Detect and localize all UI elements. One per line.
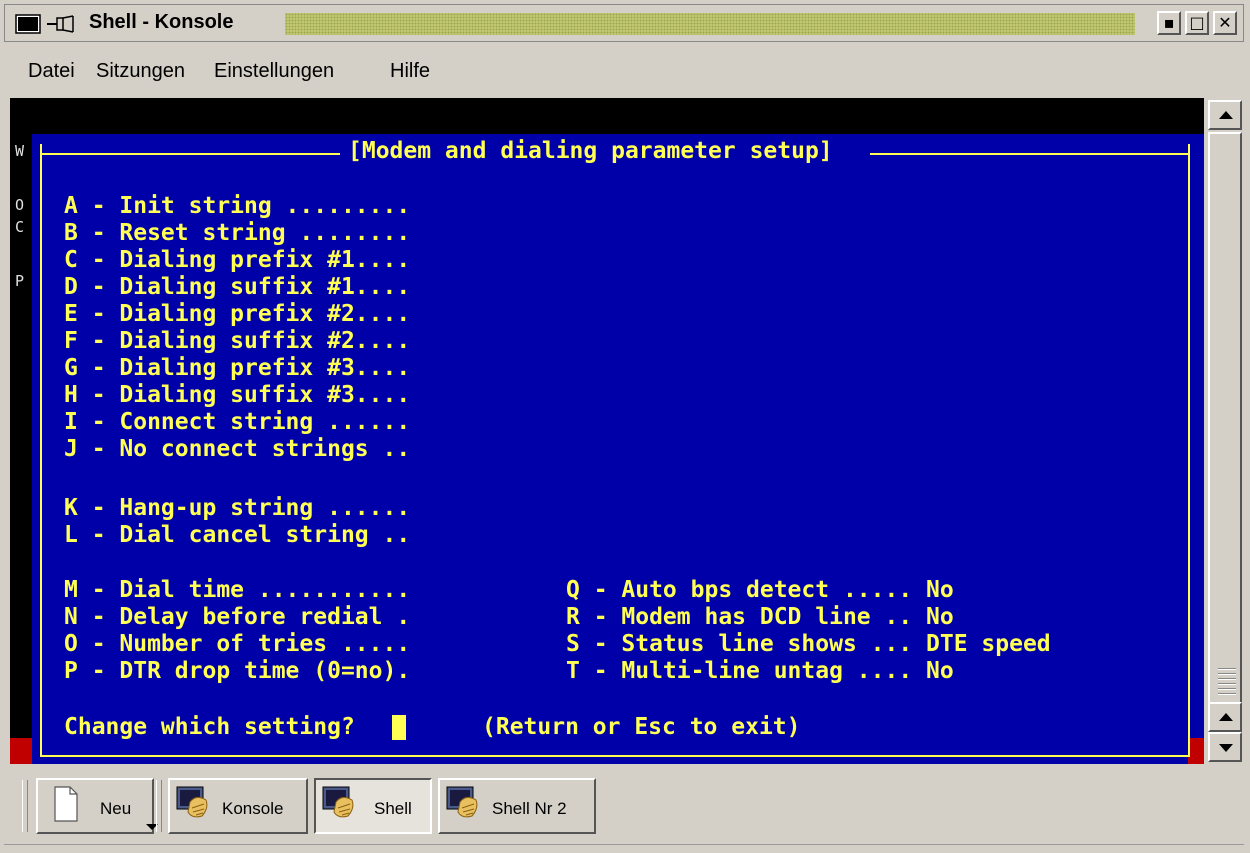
close-icon: ✕ [1218,13,1232,32]
vertical-scrollbar[interactable] [1206,98,1244,764]
session-tabbar: Neu Konsole Shell Shell Nr 2 [4,766,1244,850]
arrow-down-icon [1219,744,1233,752]
tab-shell-nr-2[interactable]: Shell Nr 2 [438,778,596,834]
tab-konsole[interactable]: Konsole [168,778,308,834]
scrollbar-thumb[interactable] [1208,132,1242,708]
scroll-down-button[interactable] [1208,732,1242,762]
new-session-button[interactable]: Neu [36,778,158,834]
option-line: C - Dialing prefix #1.... [64,247,411,273]
terminal-view[interactable]: W O C P [Modem and dialing parameter set… [10,98,1204,764]
dialog-border-top-right [870,153,1190,155]
title-bar[interactable]: Shell - Konsole ▪ □ ✕ [4,4,1244,42]
option-line: J - No connect strings .. [64,436,411,462]
tab-label: Shell Nr 2 [492,799,567,818]
close-button[interactable]: ✕ [1213,11,1237,35]
option-line: M - Dial time ........... [64,577,411,603]
side-char: W [15,142,25,160]
menu-bar: Datei Sitzungen Einstellungen Hilfe [4,46,1244,98]
exit-hint: (Return or Esc to exit) [482,714,801,740]
menu-datei[interactable]: Datei [28,60,75,83]
toolbar-handle[interactable] [22,780,28,832]
scroll-up-button-lower[interactable] [1208,702,1242,732]
option-line: O - Number of tries ..... [64,631,411,657]
tab-shell[interactable]: Shell [314,778,432,834]
menu-sitzungen[interactable]: Sitzungen [96,60,185,83]
option-line: G - Dialing prefix #3.... [64,355,411,381]
tab-label: Konsole [222,799,284,818]
side-char: C [15,218,25,236]
konsole-icon [322,786,354,818]
option-line: F - Dialing suffix #2.... [64,328,411,354]
dialog-border-top-left [40,153,340,155]
status-marker-left [10,738,32,764]
option-line: I - Connect string ...... [64,409,411,435]
tab-label: Shell [374,799,412,818]
maximize-icon: □ [1189,13,1205,32]
option-line: A - Init string ......... [64,193,411,219]
arrow-up-icon [1219,111,1233,119]
new-session-label: Neu [100,799,132,818]
new-document-icon [54,786,78,822]
option-line: L - Dial cancel string .. [64,522,411,548]
title-bar-pattern [285,13,1135,35]
side-char: O [15,196,25,214]
option-line: T - Multi-line untag .... No [566,658,954,684]
window-menu-icon[interactable] [15,14,41,34]
window-title: Shell - Konsole [89,11,234,33]
status-marker-right [1188,738,1204,764]
menu-hilfe[interactable]: Hilfe [390,60,430,83]
option-line: P - DTR drop time (0=no). [64,658,411,684]
dialog-title: [Modem and dialing parameter setup] [348,138,833,164]
arrow-up-icon [1219,713,1233,721]
option-line: B - Reset string ........ [64,220,411,246]
option-line: Q - Auto bps detect ..... No [566,577,954,603]
text-cursor [392,715,406,740]
grip-icon [1218,668,1236,698]
sticky-pin-icon[interactable] [45,14,79,34]
option-line: E - Dialing prefix #2.... [64,301,411,327]
konsole-icon [446,786,478,818]
terminal-left-column: W O C P [10,134,32,764]
minimize-icon: ▪ [1163,13,1175,32]
option-line: H - Dialing suffix #3.... [64,382,411,408]
prompt-text: Change which setting? [64,714,355,740]
option-line: N - Delay before redial . [64,604,411,630]
maximize-button[interactable]: □ [1185,11,1209,35]
option-line: D - Dialing suffix #1.... [64,274,411,300]
option-line: K - Hang-up string ...... [64,495,411,521]
terminal-top-row [10,98,1204,134]
minimize-button[interactable]: ▪ [1157,11,1181,35]
toolbar-separator [156,780,162,832]
menu-einstellungen[interactable]: Einstellungen [214,60,334,83]
konsole-icon [176,786,208,818]
option-line: S - Status line shows ... DTE speed [566,631,1051,657]
konsole-window: Shell - Konsole ▪ □ ✕ Datei Sitzungen Ei… [0,0,1250,853]
side-char: P [15,272,25,290]
scroll-up-button[interactable] [1208,100,1242,130]
option-line: R - Modem has DCD line .. No [566,604,954,630]
